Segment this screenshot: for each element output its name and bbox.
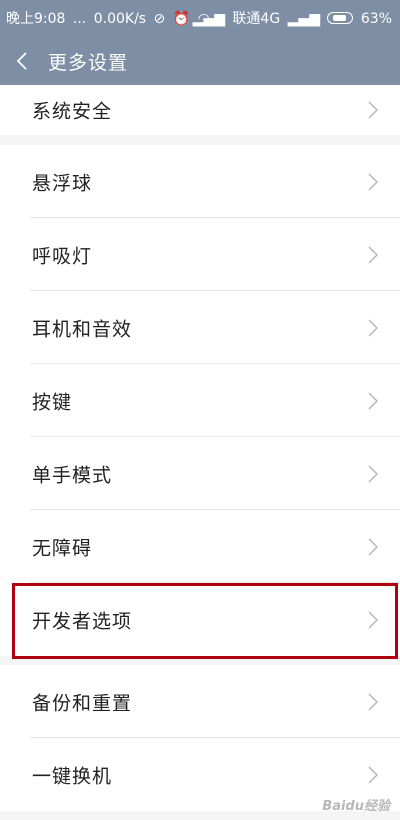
list-item-backup-reset[interactable]: 备份和重置 <box>0 665 400 738</box>
status-bar: 晚上9:08 ... 0.00K/s ⊘ ⏰ ◠ ▂▄▆ 联通4G ▂▄▆ 63… <box>0 0 400 35</box>
chevron-right-icon <box>368 392 378 409</box>
battery-percent: 63% <box>360 11 392 27</box>
status-net-speed: 0.00K/s <box>93 11 147 27</box>
list-item-label: 备份和重置 <box>32 692 133 714</box>
status-time: 晚上9:08 <box>6 11 66 27</box>
list-item-developer-options[interactable]: 开发者选项 <box>0 583 400 656</box>
list-item-buttons[interactable]: 按键 <box>0 364 400 437</box>
settings-group-1: 系统安全 <box>0 85 400 135</box>
settings-group-3: 备份和重置 一键换机 <box>0 665 400 811</box>
battery-icon <box>327 12 354 24</box>
list-item-headphones-audio[interactable]: 耳机和音效 <box>0 291 400 364</box>
list-item-label: 无障碍 <box>32 537 93 559</box>
list-item-label: 开发者选项 <box>32 610 133 632</box>
chevron-right-icon <box>368 173 378 190</box>
alarm-icon: ⏰ <box>172 11 191 27</box>
list-item-label: 耳机和音效 <box>32 318 133 340</box>
settings-screen: 晚上9:08 ... 0.00K/s ⊘ ⏰ ◠ ▂▄▆ 联通4G ▂▄▆ 63… <box>0 0 400 820</box>
sync-off-icon: ⊘ <box>153 11 166 27</box>
list-item-breathing-light[interactable]: 呼吸灯 <box>0 218 400 291</box>
chevron-right-icon <box>368 319 378 336</box>
settings-group-2: 悬浮球 呼吸灯 耳机和音效 按键 单手模式 无障碍 开发者选项 <box>0 145 400 656</box>
list-item-label: 按键 <box>32 391 73 413</box>
list-item-label: 一键换机 <box>32 765 113 787</box>
back-arrow-icon <box>16 52 27 70</box>
status-dots: ... <box>72 11 87 27</box>
status-carrier: 联通4G <box>232 11 281 27</box>
list-item-label: 悬浮球 <box>32 172 93 194</box>
signal-icon: ▂▄▆ <box>192 11 225 27</box>
chevron-right-icon <box>368 101 378 119</box>
signal-icon-2: ▂▄▆ <box>287 11 320 27</box>
action-bar: 更多设置 <box>0 35 400 85</box>
chevron-right-icon <box>368 246 378 263</box>
list-item-label: 系统安全 <box>32 100 113 123</box>
list-item-label: 单手模式 <box>32 464 113 486</box>
list-item-label: 呼吸灯 <box>32 245 93 267</box>
chevron-right-icon <box>368 611 378 628</box>
list-item-one-hand-mode[interactable]: 单手模式 <box>0 437 400 510</box>
chevron-right-icon <box>368 465 378 482</box>
back-button[interactable] <box>10 43 40 77</box>
status-right: ▂▄▆ 联通4G ▂▄▆ 63% <box>190 8 392 28</box>
list-item-system-security[interactable]: 系统安全 <box>0 85 400 135</box>
watermark: Baidu经验 <box>322 799 390 814</box>
status-left: 晚上9:08 ... 0.00K/s ⊘ ⏰ ◠ <box>6 8 213 28</box>
chevron-right-icon <box>368 693 378 710</box>
list-item-floating-ball[interactable]: 悬浮球 <box>0 145 400 218</box>
chevron-right-icon <box>368 766 378 783</box>
list-item-accessibility[interactable]: 无障碍 <box>0 510 400 583</box>
page-title: 更多设置 <box>48 52 129 74</box>
chevron-right-icon <box>368 538 378 555</box>
